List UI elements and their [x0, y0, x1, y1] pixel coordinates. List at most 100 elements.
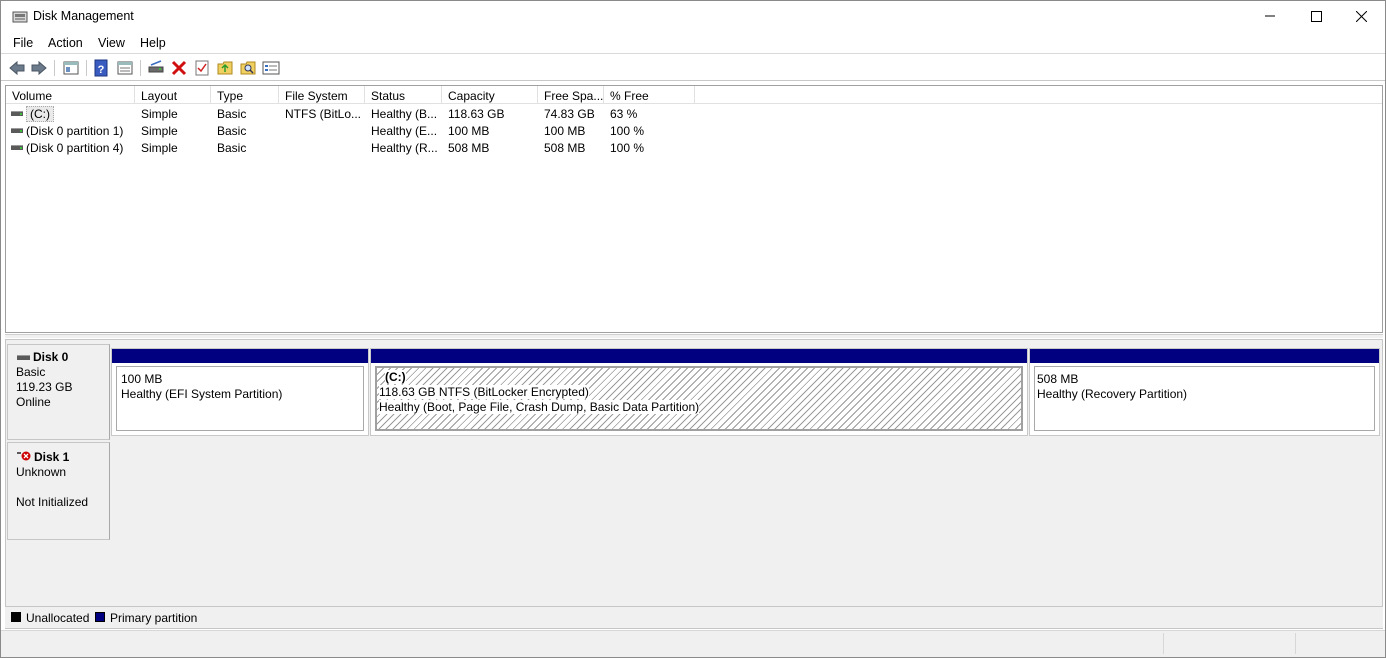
close-icon — [1355, 10, 1367, 22]
cell-free-space: 74.83 GB — [544, 107, 595, 121]
help-icon[interactable]: ? — [92, 59, 110, 77]
partition-status-text: Healthy (Boot, Page File, Crash Dump, Ba… — [379, 400, 700, 414]
disk-management-window: Disk Management File Action View Help ? — [0, 0, 1386, 658]
volume-icon — [11, 128, 23, 133]
toolbar-separator — [86, 60, 87, 76]
partition-c-drive[interactable]: (C:) 118.63 GB NTFS (BitLocker Encrypted… — [370, 348, 1028, 436]
partition-status: Healthy (EFI System Partition) — [121, 387, 283, 401]
disk-name: Disk 0 — [33, 350, 69, 364]
cell-type: Basic — [217, 141, 247, 155]
minimize-button[interactable] — [1247, 1, 1293, 31]
table-row[interactable]: (C:) Simple Basic NTFS (BitLo... Healthy… — [6, 105, 1382, 122]
disk-state: Online — [16, 395, 51, 409]
partition-body: 508 MB Healthy (Recovery Partition) — [1034, 366, 1375, 431]
disk-state: Not Initialized — [16, 495, 89, 509]
table-row[interactable]: (Disk 0 partition 4) Simple Basic Health… — [6, 139, 1382, 156]
legend-swatch-primary-partition — [95, 612, 105, 622]
column-header-type[interactable]: Type — [211, 86, 279, 104]
cell-status: Healthy (B... — [371, 107, 438, 121]
check-icon[interactable] — [193, 59, 211, 77]
forward-icon[interactable] — [30, 59, 48, 77]
disk-name: Disk 1 — [34, 450, 70, 464]
partition-body: 100 MB Healthy (EFI System Partition) — [116, 366, 364, 431]
disk-type: Basic — [16, 365, 46, 379]
partition-status: Healthy (Boot, Page File, Crash Dump, Ba… — [379, 400, 700, 414]
title-bar: Disk Management — [1, 1, 1385, 31]
legend-label-unallocated: Unallocated — [26, 611, 90, 625]
disk-icon — [17, 355, 30, 360]
maximize-button[interactable] — [1293, 1, 1339, 31]
cell-file-system: NTFS (BitLo... — [285, 107, 362, 121]
cell-percent-free: 100 % — [610, 124, 645, 138]
cell-type: Basic — [217, 107, 247, 121]
legend-swatch-unallocated — [11, 612, 21, 622]
cell-status: Healthy (R... — [371, 141, 438, 155]
partition-size: 100 MB — [121, 372, 163, 386]
column-header-capacity[interactable]: Capacity — [442, 86, 538, 104]
disk-graph-view: Disk 0 Basic 119.23 GB Online 100 MB Hea… — [5, 339, 1383, 629]
legend-label-primary-partition: Primary partition — [110, 611, 198, 625]
column-header-free-space[interactable]: Free Spa... — [538, 86, 604, 104]
cell-percent-free: 100 % — [610, 141, 645, 155]
close-button[interactable] — [1338, 1, 1384, 31]
minimize-icon — [1265, 15, 1275, 17]
partition-drive-letter: (C:) — [385, 370, 406, 384]
cell-volume: (Disk 0 partition 1) — [26, 124, 124, 138]
cell-free-space: 100 MB — [544, 124, 586, 138]
back-icon[interactable] — [8, 59, 26, 77]
volume-list-header: Volume Layout Type File System Status Ca… — [6, 86, 1382, 104]
cell-volume: (C:) — [26, 106, 54, 122]
disk-management-app-icon — [12, 11, 28, 23]
cell-capacity: 118.63 GB — [448, 107, 505, 121]
properties-icon[interactable] — [116, 59, 134, 77]
partition-efi[interactable]: 100 MB Healthy (EFI System Partition) — [111, 348, 369, 436]
import-icon[interactable] — [216, 59, 234, 77]
partition-header-bar — [112, 349, 368, 363]
toolbar: ? — [1, 55, 1385, 81]
partition-header-bar — [371, 349, 1027, 363]
column-header-layout[interactable]: Layout — [135, 86, 211, 104]
partition-label: (C:) — [385, 370, 406, 384]
show-hide-console-tree-icon[interactable] — [62, 59, 80, 77]
column-header-percent-free[interactable]: % Free — [604, 86, 695, 104]
cell-layout: Simple — [141, 141, 178, 155]
toolbar-separator — [140, 60, 141, 76]
column-header-status[interactable]: Status — [365, 86, 442, 104]
cell-layout: Simple — [141, 107, 178, 121]
toolbar-separator — [54, 60, 55, 76]
cell-free-space: 508 MB — [544, 141, 586, 155]
table-row[interactable]: (Disk 0 partition 1) Simple Basic Health… — [6, 122, 1382, 139]
column-header-volume[interactable]: Volume — [6, 86, 135, 104]
menu-bar: File Action View Help — [1, 32, 1385, 54]
column-header-file-system[interactable]: File System — [279, 86, 365, 104]
maximize-icon — [1310, 10, 1322, 22]
settings-list-icon[interactable] — [262, 59, 280, 77]
status-bar-section — [1163, 633, 1295, 654]
status-bar-section — [1295, 633, 1383, 654]
menu-view[interactable]: View — [98, 36, 125, 50]
volume-icon — [11, 111, 23, 116]
cell-capacity: 508 MB — [448, 141, 490, 155]
disk-size: 119.23 GB — [16, 380, 73, 394]
partition-body: (C:) 118.63 GB NTFS (BitLocker Encrypted… — [375, 366, 1023, 431]
partition-header-bar — [1030, 349, 1379, 363]
cell-type: Basic — [217, 124, 247, 138]
disk-1-label[interactable]: Disk 1 Unknown Not Initialized — [7, 442, 110, 540]
delete-icon[interactable] — [170, 59, 188, 77]
disk-0-label[interactable]: Disk 0 Basic 119.23 GB Online — [7, 344, 110, 440]
menu-help[interactable]: Help — [140, 36, 166, 50]
disk-type: Unknown — [16, 465, 67, 479]
partition-size: 508 MB — [1037, 372, 1079, 386]
pane-splitter[interactable] — [5, 334, 1383, 338]
svg-text:?: ? — [98, 64, 105, 76]
volume-list: Volume Layout Type File System Status Ca… — [5, 85, 1383, 333]
partition-recovery[interactable]: 508 MB Healthy (Recovery Partition) — [1029, 348, 1380, 436]
window-title: Disk Management — [33, 9, 134, 23]
cell-status: Healthy (E... — [371, 124, 438, 138]
connect-drive-icon[interactable] — [147, 59, 165, 77]
menu-action[interactable]: Action — [48, 36, 83, 50]
status-bar — [1, 630, 1385, 657]
menu-file[interactable]: File — [13, 36, 33, 50]
search-icon[interactable] — [239, 59, 257, 77]
cell-volume: (Disk 0 partition 4) — [26, 141, 124, 155]
